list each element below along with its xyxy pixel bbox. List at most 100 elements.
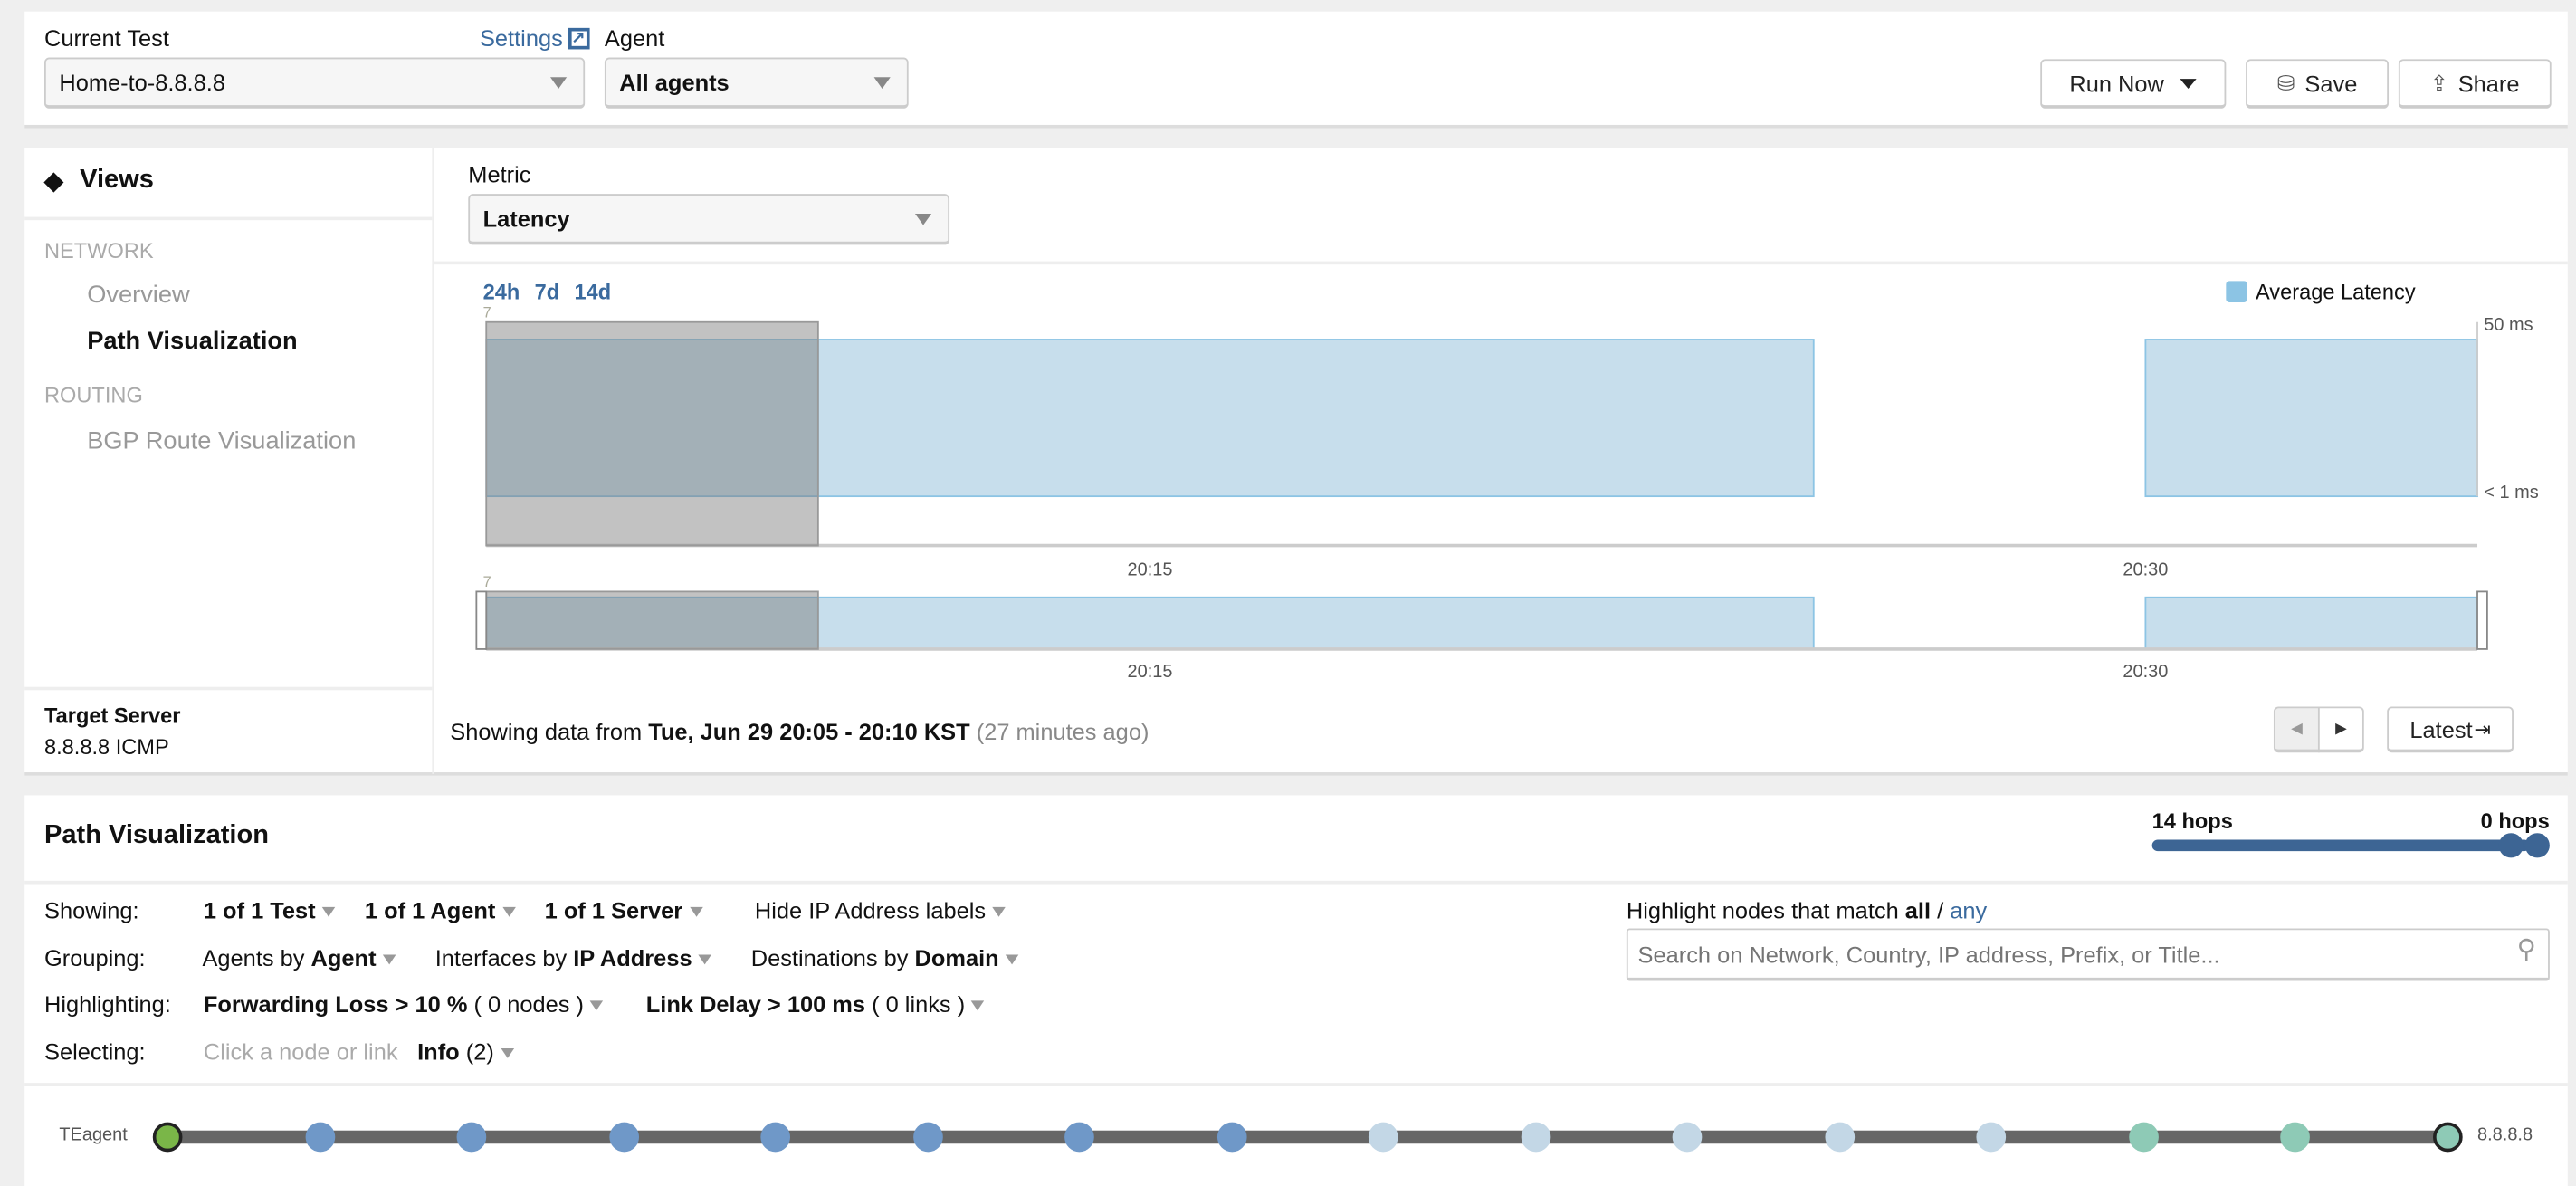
path-title: Path Visualization [44,821,269,850]
brush-handle-left[interactable] [475,590,488,650]
destinations-grouping[interactable]: Destinations by Domain [751,945,1019,971]
main-x-tick: 20:30 [2123,560,2168,579]
ip-labels-label: Hide IP Address labels [754,896,987,924]
caret-down-icon [992,907,1006,918]
node-search-input[interactable] [1626,928,2550,981]
overview-latency-bar [2144,596,2478,650]
caret-right-icon: ▶ [2335,719,2347,737]
caret-down-icon [971,1000,985,1011]
caret-down-icon [590,1000,604,1011]
grouping-row: Grouping: Agents by Agent Interfaces by … [44,945,1042,971]
overview-selection-overlay [485,590,819,650]
test-filter-label: 1 of 1 Test [203,896,316,924]
highlighting-row: Highlighting: Forwarding Loss > 10 % ( 0… [44,990,1007,1017]
server-filter[interactable]: 1 of 1 Server [545,897,702,923]
hops-slider-handle-max[interactable] [2524,833,2550,858]
target-server-label: Target Server [44,703,181,729]
caret-down-icon [689,907,702,918]
server-filter-label: 1 of 1 Server [544,896,683,924]
path-link[interactable] [167,1130,2448,1144]
hops-left-label: 14 hops [2151,808,2233,834]
highlight-count: ( 0 links ) [865,990,966,1018]
hop-node[interactable] [912,1122,943,1153]
caret-down-icon [382,955,396,965]
main-marker: 7 [483,304,491,320]
ip-labels-toggle[interactable]: Hide IP Address labels [755,897,1006,923]
latest-button[interactable]: Latest ⇥ [2387,706,2514,753]
hop-node[interactable] [1521,1122,1550,1153]
hops-slider-track[interactable] [2151,839,2531,852]
range-prefix: Showing data from [450,718,649,745]
y-tick: < 1 ms [2484,483,2538,502]
caret-down-icon [321,907,336,918]
caret-down-icon [698,955,712,965]
info-label: Info [417,1038,460,1066]
main-latency-bar [2144,339,2478,498]
info-dropdown[interactable]: Info (2) [417,1038,514,1066]
overview-marker: 7 [483,574,491,590]
overview-x-tick: 20:30 [2123,662,2168,682]
agent-filter-label: 1 of 1 Agent [364,896,496,924]
destination-label: 8.8.8.8 [2477,1125,2533,1146]
overview-x-tick: 20:15 [1128,662,1173,682]
hop-node[interactable] [2129,1122,2159,1153]
divider [24,1083,2568,1086]
range-ago: (27 minutes ago) [976,718,1150,745]
match-all[interactable]: all [1905,897,1931,923]
hop-node[interactable] [1825,1122,1855,1153]
match-prefix: Highlight nodes that match [1626,896,1905,924]
main-latency-bar [816,339,1815,498]
link-delay-filter[interactable]: Link Delay > 100 ms ( 0 links ) [646,990,985,1017]
source-agent-label: TEagent [59,1125,128,1146]
highlighting-label: Highlighting: [44,990,171,1018]
destination-node[interactable] [2433,1122,2463,1153]
hops-right-label: 0 hops [2480,808,2550,834]
next-button[interactable]: ▶ [2317,706,2364,753]
grouping-value: Agent [310,944,377,971]
prev-button[interactable]: ◀ [2273,706,2320,753]
forwarding-loss-filter[interactable]: Forwarding Loss > 10 % ( 0 nodes ) [204,990,604,1017]
jump-to-end-icon: ⇥ [2474,717,2491,741]
grouping-value: Domain [914,944,999,971]
main-selection-overlay [485,320,819,547]
caret-down-icon [501,1048,514,1059]
caret-down-icon [501,907,516,918]
hop-node[interactable] [760,1122,791,1153]
selecting-hint: Click a node or link [203,1038,398,1066]
grouping-value: IP Address [573,944,692,971]
hop-node[interactable] [304,1122,335,1153]
grouping-label: Grouping: [44,944,146,971]
target-server-value: 8.8.8.8 ICMP [44,734,169,760]
highlight-value: Link Delay > 100 ms [645,990,866,1018]
selecting-row: Selecting: Click a node or link Info (2) [44,1038,514,1065]
data-range-text: Showing data from Tue, Jun 29 20:05 - 20… [450,718,1149,744]
hops-slider-handle-min[interactable] [2498,833,2524,858]
hop-node[interactable] [456,1122,487,1153]
caret-left-icon: ◀ [2291,719,2303,737]
showing-label: Showing: [44,896,139,924]
match-mode: Highlight nodes that match all / any [1627,897,1987,923]
divider [24,880,2568,885]
latency-chart[interactable]: 7 20:15 20:30 7 20:15 20:30 50 ms < 1 ms [0,0,2576,690]
latest-label: Latest [2409,715,2473,742]
overview-latency-bar [816,596,1815,650]
test-filter[interactable]: 1 of 1 Test [204,897,336,923]
brush-handle-right[interactable] [2476,590,2488,650]
search-icon: ⚲ [2516,936,2536,965]
agents-grouping[interactable]: Agents by Agent [202,945,396,971]
hop-node[interactable] [1216,1122,1247,1153]
match-any[interactable]: any [1950,897,1987,923]
range-value: Tue, Jun 29 20:05 - 20:10 KST [648,718,970,745]
hop-node[interactable] [608,1122,639,1153]
highlight-value: Forwarding Loss > 10 % [203,990,468,1018]
grouping-prefix: Destinations by [750,944,915,971]
highlight-count: ( 0 nodes ) [467,990,585,1018]
agent-filter[interactable]: 1 of 1 Agent [364,896,516,924]
caret-down-icon [1005,955,1019,965]
match-sep: / [1931,896,1951,924]
interfaces-grouping[interactable]: Interfaces by IP Address [435,945,712,971]
info-count: (2) [459,1038,494,1066]
grouping-prefix: Interfaces by [434,944,574,971]
showing-row: Showing: 1 of 1 Test 1 of 1 Agent 1 of 1… [44,897,1028,923]
agent-node[interactable] [152,1122,183,1153]
